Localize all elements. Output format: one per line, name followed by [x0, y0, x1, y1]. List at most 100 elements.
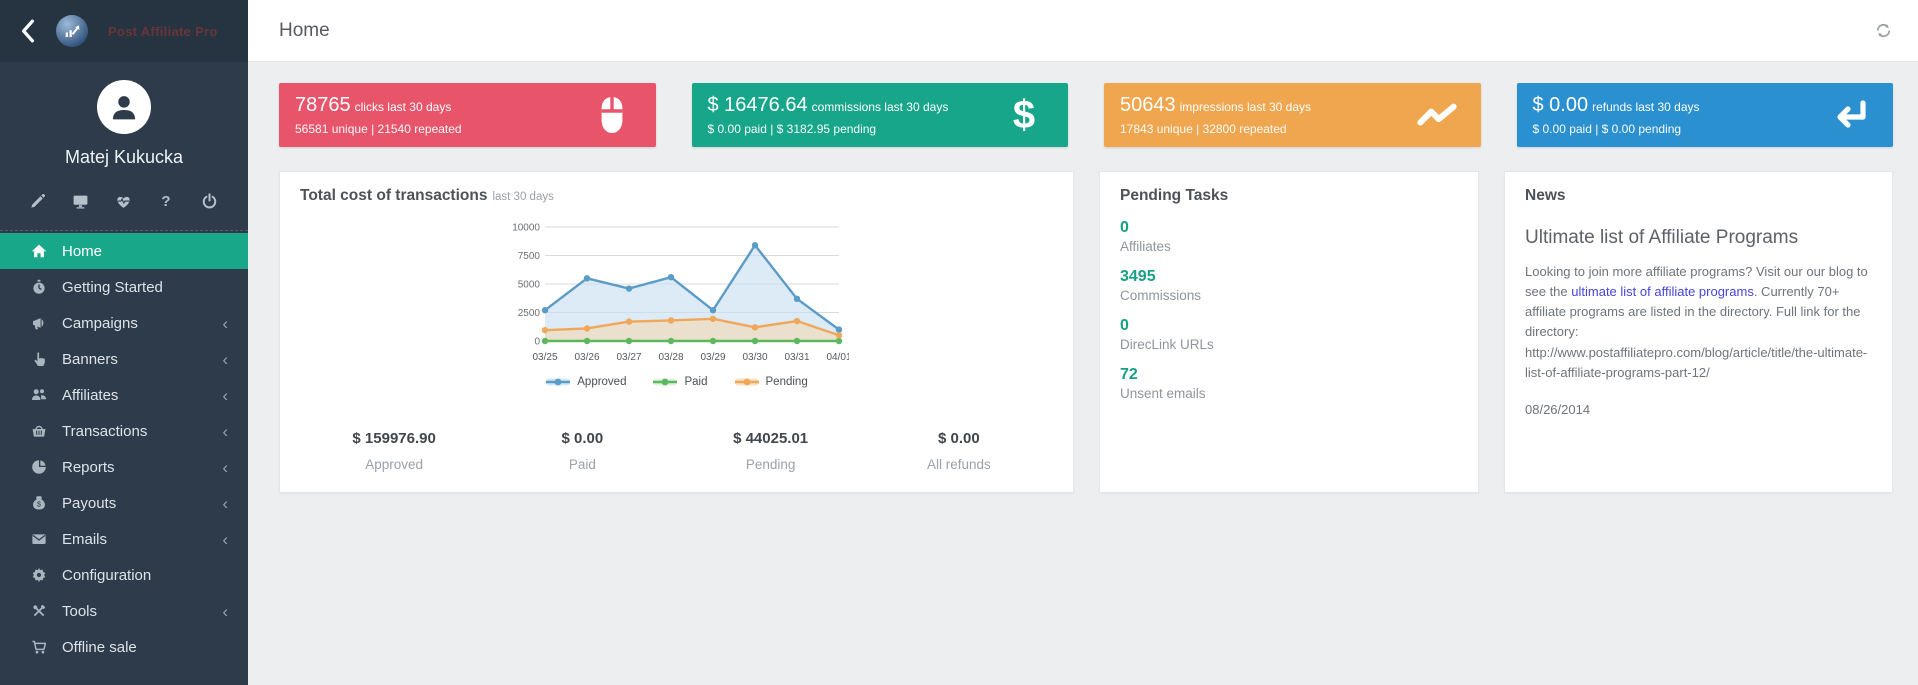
task-label: Unsent emails [1120, 386, 1458, 401]
total-all-refunds: $ 0.00 All refunds [865, 430, 1053, 472]
svg-text:7500: 7500 [517, 251, 540, 262]
svg-text:03/25: 03/25 [532, 352, 557, 363]
chevron-left-icon: ‹ [222, 531, 228, 548]
legend-marker [734, 377, 760, 387]
card-title: News [1525, 187, 1872, 205]
app-logo-icon[interactable] [56, 15, 88, 47]
page-title: Home [279, 20, 330, 42]
chart-legend: ApprovedPaidPending [300, 376, 1053, 388]
stat-subtext: 56581 unique | 21540 repeated [295, 122, 586, 136]
home-icon [30, 243, 47, 260]
svg-text:03/31: 03/31 [784, 352, 809, 363]
heartbeat-icon[interactable] [114, 192, 132, 210]
money-bag-icon: $ [30, 495, 47, 512]
dashboard-page: Post Affiliate Pro Matej Kukucka ? Home … [0, 0, 1918, 685]
page-header: Home [248, 0, 1918, 62]
stat-subtext: $ 0.00 paid | $ 3182.95 pending [708, 122, 999, 136]
legend-item-approved: Approved [545, 376, 626, 388]
trend-line-icon [1411, 95, 1463, 135]
nav-item-banners[interactable]: Banners ‹ [0, 341, 248, 377]
nav-item-home[interactable]: Home [0, 233, 248, 269]
help-icon[interactable]: ? [157, 192, 175, 210]
nav-item-configuration[interactable]: Configuration [0, 557, 248, 593]
svg-text:10000: 10000 [512, 223, 540, 234]
sidebar-nav: Home Getting Started Campaigns ‹ Banners… [0, 233, 248, 665]
stat-text: $ 16476.64 commissions last 30 days $ 0.0… [708, 94, 999, 136]
news-link[interactable]: ultimate list of affiliate programs [1571, 284, 1754, 299]
sidebar-divider [0, 230, 248, 231]
nav-item-tools[interactable]: Tools ‹ [0, 593, 248, 629]
envelope-icon [30, 531, 47, 548]
cards-row: Total cost of transactions last 30 days 0… [279, 171, 1893, 493]
task-count: 0 [1120, 317, 1458, 335]
stat-value: $ 16476.64 [708, 94, 808, 116]
users-icon [30, 387, 47, 404]
power-icon[interactable] [200, 192, 218, 210]
svg-text:03/27: 03/27 [616, 352, 641, 363]
person-icon [107, 90, 141, 124]
transactions-card: Total cost of transactions last 30 days 0… [279, 171, 1074, 493]
stat-text: $ 0.00refunds last 30 days $ 0.00 paid |… [1533, 94, 1824, 136]
nav-label: Tools [62, 603, 97, 620]
nav-item-campaigns[interactable]: Campaigns ‹ [0, 305, 248, 341]
stat-label: clicks last 30 days [355, 100, 452, 114]
nav-item-getting-started[interactable]: Getting Started [0, 269, 248, 305]
gear-icon [30, 567, 47, 584]
main-area: Home 78765 clicks last 30 days 56581 uniq… [248, 0, 1918, 685]
svg-text:5000: 5000 [517, 280, 540, 291]
refresh-button[interactable] [1875, 22, 1892, 39]
legend-marker [652, 377, 678, 387]
mouse-icon [586, 95, 638, 135]
pending-tasks-card: Pending Tasks 0 Affiliates 3495 Commissi… [1099, 171, 1479, 493]
stat-label: impressions last 30 days [1180, 100, 1311, 114]
monitor-icon[interactable] [71, 192, 89, 210]
transactions-chart: 02500500075001000003/2503/2603/2703/2803… [505, 219, 849, 374]
nav-label: Banners [62, 351, 118, 368]
sidebar-header: Post Affiliate Pro [0, 0, 248, 62]
nav-item-transactions[interactable]: Transactions ‹ [0, 413, 248, 449]
stat-subtext: 17843 unique | 32800 repeated [1120, 122, 1411, 136]
commissions-stat-card[interactable]: $ 16476.64 commissions last 30 days $ 0.0… [692, 83, 1069, 147]
nav-item-payouts[interactable]: $ Payouts ‹ [0, 485, 248, 521]
nav-item-emails[interactable]: Emails ‹ [0, 521, 248, 557]
total-label: All refunds [865, 457, 1053, 472]
chevron-left-icon: ‹ [222, 315, 228, 332]
app-logo-text: Post Affiliate Pro [108, 24, 218, 39]
transactions-title: Total cost of transactions [300, 187, 487, 204]
stat-value: 78765 [295, 94, 351, 116]
card-title: Pending Tasks [1120, 187, 1458, 205]
total-value: $ 44025.01 [677, 430, 865, 447]
svg-text:03/28: 03/28 [658, 352, 683, 363]
content: 78765 clicks last 30 days 56581 unique | … [248, 62, 1918, 493]
nav-item-offline-sale[interactable]: Offline sale [0, 629, 248, 665]
impressions-stat-card[interactable]: 50643 impressions last 30 days 17843 uniq… [1104, 83, 1481, 147]
news-card: News Ultimate list of Affiliate Programs… [1504, 171, 1893, 493]
legend-label: Paid [684, 376, 707, 388]
transactions-totals: $ 159976.90 Approved $ 0.00 Paid $ 44025… [300, 430, 1053, 476]
transactions-subtitle: last 30 days [492, 191, 553, 203]
stat-value: 50643 [1120, 94, 1176, 116]
nav-item-reports[interactable]: Reports ‹ [0, 449, 248, 485]
stat-value: $ 0.00 [1533, 94, 1589, 116]
refunds-stat-card[interactable]: $ 0.00refunds last 30 days $ 0.00 paid |… [1517, 83, 1894, 147]
news-article-title: Ultimate list of Affiliate Programs [1525, 227, 1872, 249]
stat-subtext: $ 0.00 paid | $ 0.00 pending [1533, 122, 1824, 136]
nav-label: Transactions [62, 423, 147, 440]
nav-item-affiliates[interactable]: Affiliates ‹ [0, 377, 248, 413]
clicks-stat-card[interactable]: 78765 clicks last 30 days 56581 unique | … [279, 83, 656, 147]
back-button[interactable] [20, 19, 36, 43]
nav-label: Reports [62, 459, 115, 476]
total-label: Pending [677, 457, 865, 472]
total-approved: $ 159976.90 Approved [300, 430, 488, 472]
svg-text:04/01: 04/01 [826, 352, 849, 363]
stat-label: commissions last 30 days [812, 100, 949, 114]
nav-label: Campaigns [62, 315, 138, 332]
news-date: 08/26/2014 [1525, 402, 1872, 417]
tools-icon [30, 603, 47, 620]
user-profile: Matej Kukucka [0, 62, 248, 168]
news-title: News [1525, 187, 1566, 204]
pencil-icon[interactable] [28, 192, 46, 210]
pie-chart-icon [30, 459, 47, 476]
svg-text:$: $ [37, 501, 41, 508]
avatar [97, 80, 151, 134]
